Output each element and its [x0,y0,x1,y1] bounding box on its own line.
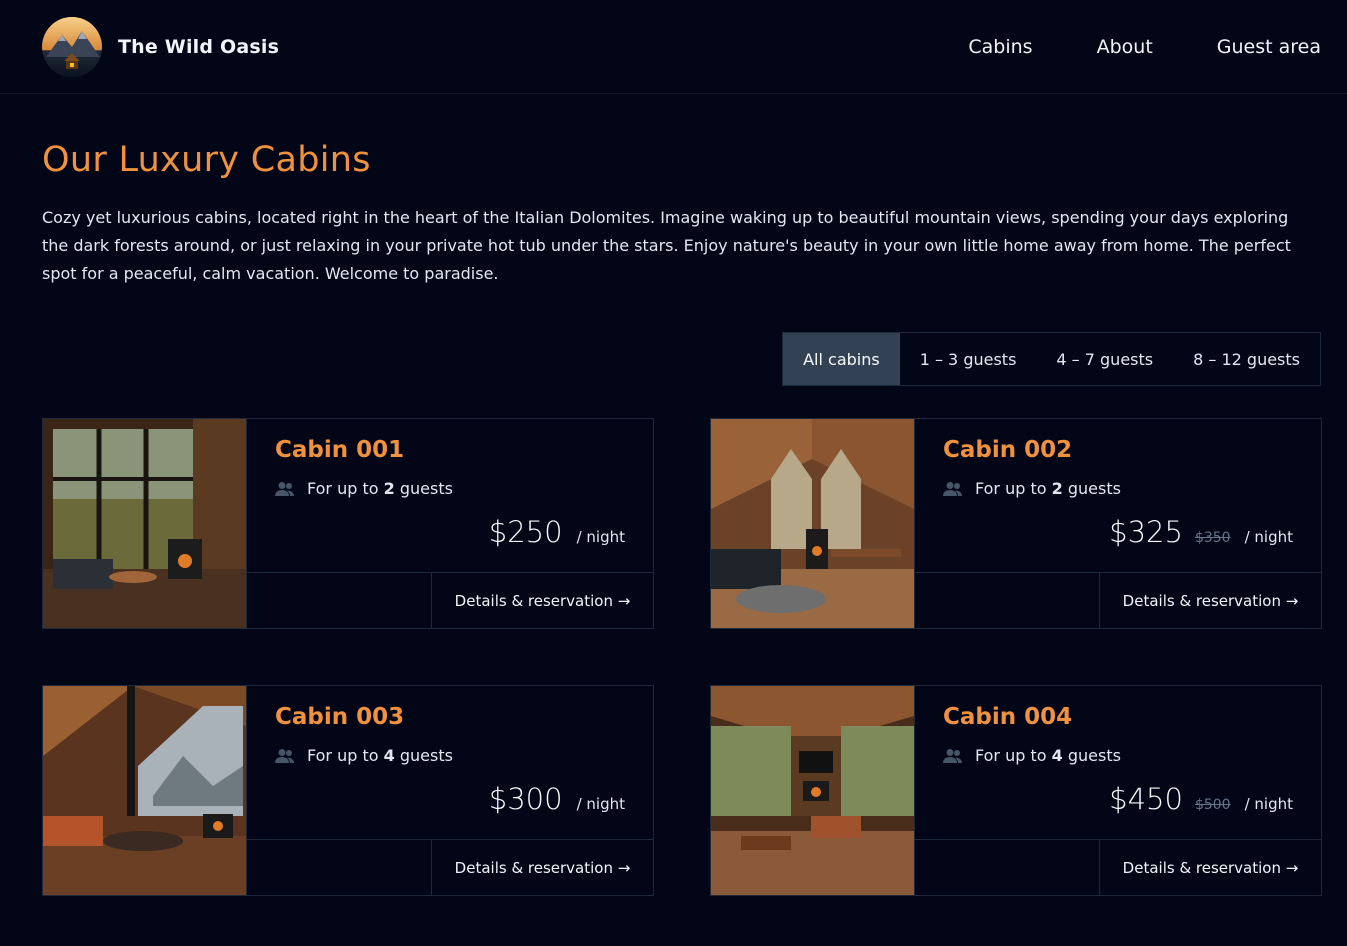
intro-text: Cozy yet luxurious cabins, located right… [42,208,1291,283]
nav-about[interactable]: About [1097,36,1153,58]
cabin-actions: Details & reservation → [247,839,653,895]
per-night-label: / night [576,795,625,813]
old-price: $350 [1194,530,1231,546]
cabin-info: Cabin 001 For up to 2 guests $250 / nigh… [247,419,653,572]
cabin-card-body: Cabin 004 For up to 4 guests $450 $500 /… [914,686,1321,895]
cabin-name: Cabin 003 [275,704,405,730]
guests-info: For up to 2 guests [275,479,625,498]
price: $325 [1109,515,1183,549]
guests-text: For up to 2 guests [307,479,453,498]
cabin-name: Cabin 001 [275,437,405,463]
guest-count: 4 [383,746,395,765]
cabin-image [43,419,246,628]
logo-image [42,16,102,77]
cabin-image [711,419,914,628]
filter-1-3-guests[interactable]: 1 – 3 guests [900,333,1037,385]
guests-info: For up to 2 guests [943,479,1293,498]
cabin-card-body: Cabin 003 For up to 4 guests $300 / nigh… [246,686,653,895]
users-icon [943,481,962,496]
main-content: Our Luxury Cabins Cozy yet luxurious cab… [0,140,1347,896]
price-row: $325 $350 / night [1109,515,1293,549]
guest-count: 2 [1051,479,1063,498]
guests-text: For up to 4 guests [307,746,453,765]
price-row: $300 / night [489,782,625,816]
cabin-info: Cabin 002 For up to 2 guests $325 $350 /… [915,419,1321,572]
details-reservation-link[interactable]: Details & reservation → [431,840,653,895]
details-reservation-link[interactable]: Details & reservation → [1099,573,1321,628]
site-header: The Wild Oasis Cabins About Guest area [0,0,1347,94]
details-reservation-link[interactable]: Details & reservation → [431,573,653,628]
cabin-actions: Details & reservation → [247,572,653,628]
cabin-card: Cabin 003 For up to 4 guests $300 / nigh… [42,685,654,896]
cabin-name: Cabin 002 [943,437,1073,463]
guests-info: For up to 4 guests [943,746,1293,765]
nav-cabins[interactable]: Cabins [968,36,1032,58]
per-night-label: / night [576,528,625,546]
price: $450 [1109,782,1183,816]
cabin-info: Cabin 003 For up to 4 guests $300 / nigh… [247,686,653,839]
price-row: $250 / night [489,515,625,549]
cabin-info: Cabin 004 For up to 4 guests $450 $500 /… [915,686,1321,839]
users-icon [943,748,962,763]
cabin-name: Cabin 004 [943,704,1073,730]
price-row: $450 $500 / night [1109,782,1293,816]
details-reservation-link[interactable]: Details & reservation → [1099,840,1321,895]
guest-count: 4 [1051,746,1063,765]
cabin-card-body: Cabin 002 For up to 2 guests $325 $350 /… [914,419,1321,628]
users-icon [275,481,294,496]
cabin-card: Cabin 001 For up to 2 guests $250 / nigh… [42,418,654,629]
brand-name: The Wild Oasis [118,35,280,58]
cabin-image [711,686,914,895]
filter-4-7-guests[interactable]: 4 – 7 guests [1036,333,1173,385]
users-icon [275,748,294,763]
page-title: Our Luxury Cabins [42,140,371,180]
filter-8-12-guests[interactable]: 8 – 12 guests [1173,333,1320,385]
per-night-label: / night [1244,528,1293,546]
cabin-grid: Cabin 001 For up to 2 guests $250 / nigh… [42,418,1322,896]
nav-guest-area[interactable]: Guest area [1217,36,1321,58]
capacity-filter: All cabins 1 – 3 guests 4 – 7 guests 8 –… [782,332,1321,386]
guests-text: For up to 2 guests [975,479,1121,498]
guests-info: For up to 4 guests [275,746,625,765]
cabin-actions: Details & reservation → [915,572,1321,628]
cabin-card: Cabin 002 For up to 2 guests $325 $350 /… [710,418,1322,629]
cabin-actions: Details & reservation → [915,839,1321,895]
guest-count: 2 [383,479,395,498]
guests-text: For up to 4 guests [975,746,1121,765]
cabin-card: Cabin 004 For up to 4 guests $450 $500 /… [710,685,1322,896]
old-price: $500 [1194,797,1231,813]
brand-link[interactable]: The Wild Oasis [42,16,280,77]
per-night-label: / night [1244,795,1293,813]
filter-all-cabins[interactable]: All cabins [783,333,900,385]
price: $250 [488,515,563,549]
filter-row: All cabins 1 – 3 guests 4 – 7 guests 8 –… [42,332,1321,386]
main-nav: Cabins About Guest area [968,36,1321,58]
cabin-card-body: Cabin 001 For up to 2 guests $250 / nigh… [246,419,653,628]
cabin-image [43,686,246,895]
price: $300 [488,782,563,816]
